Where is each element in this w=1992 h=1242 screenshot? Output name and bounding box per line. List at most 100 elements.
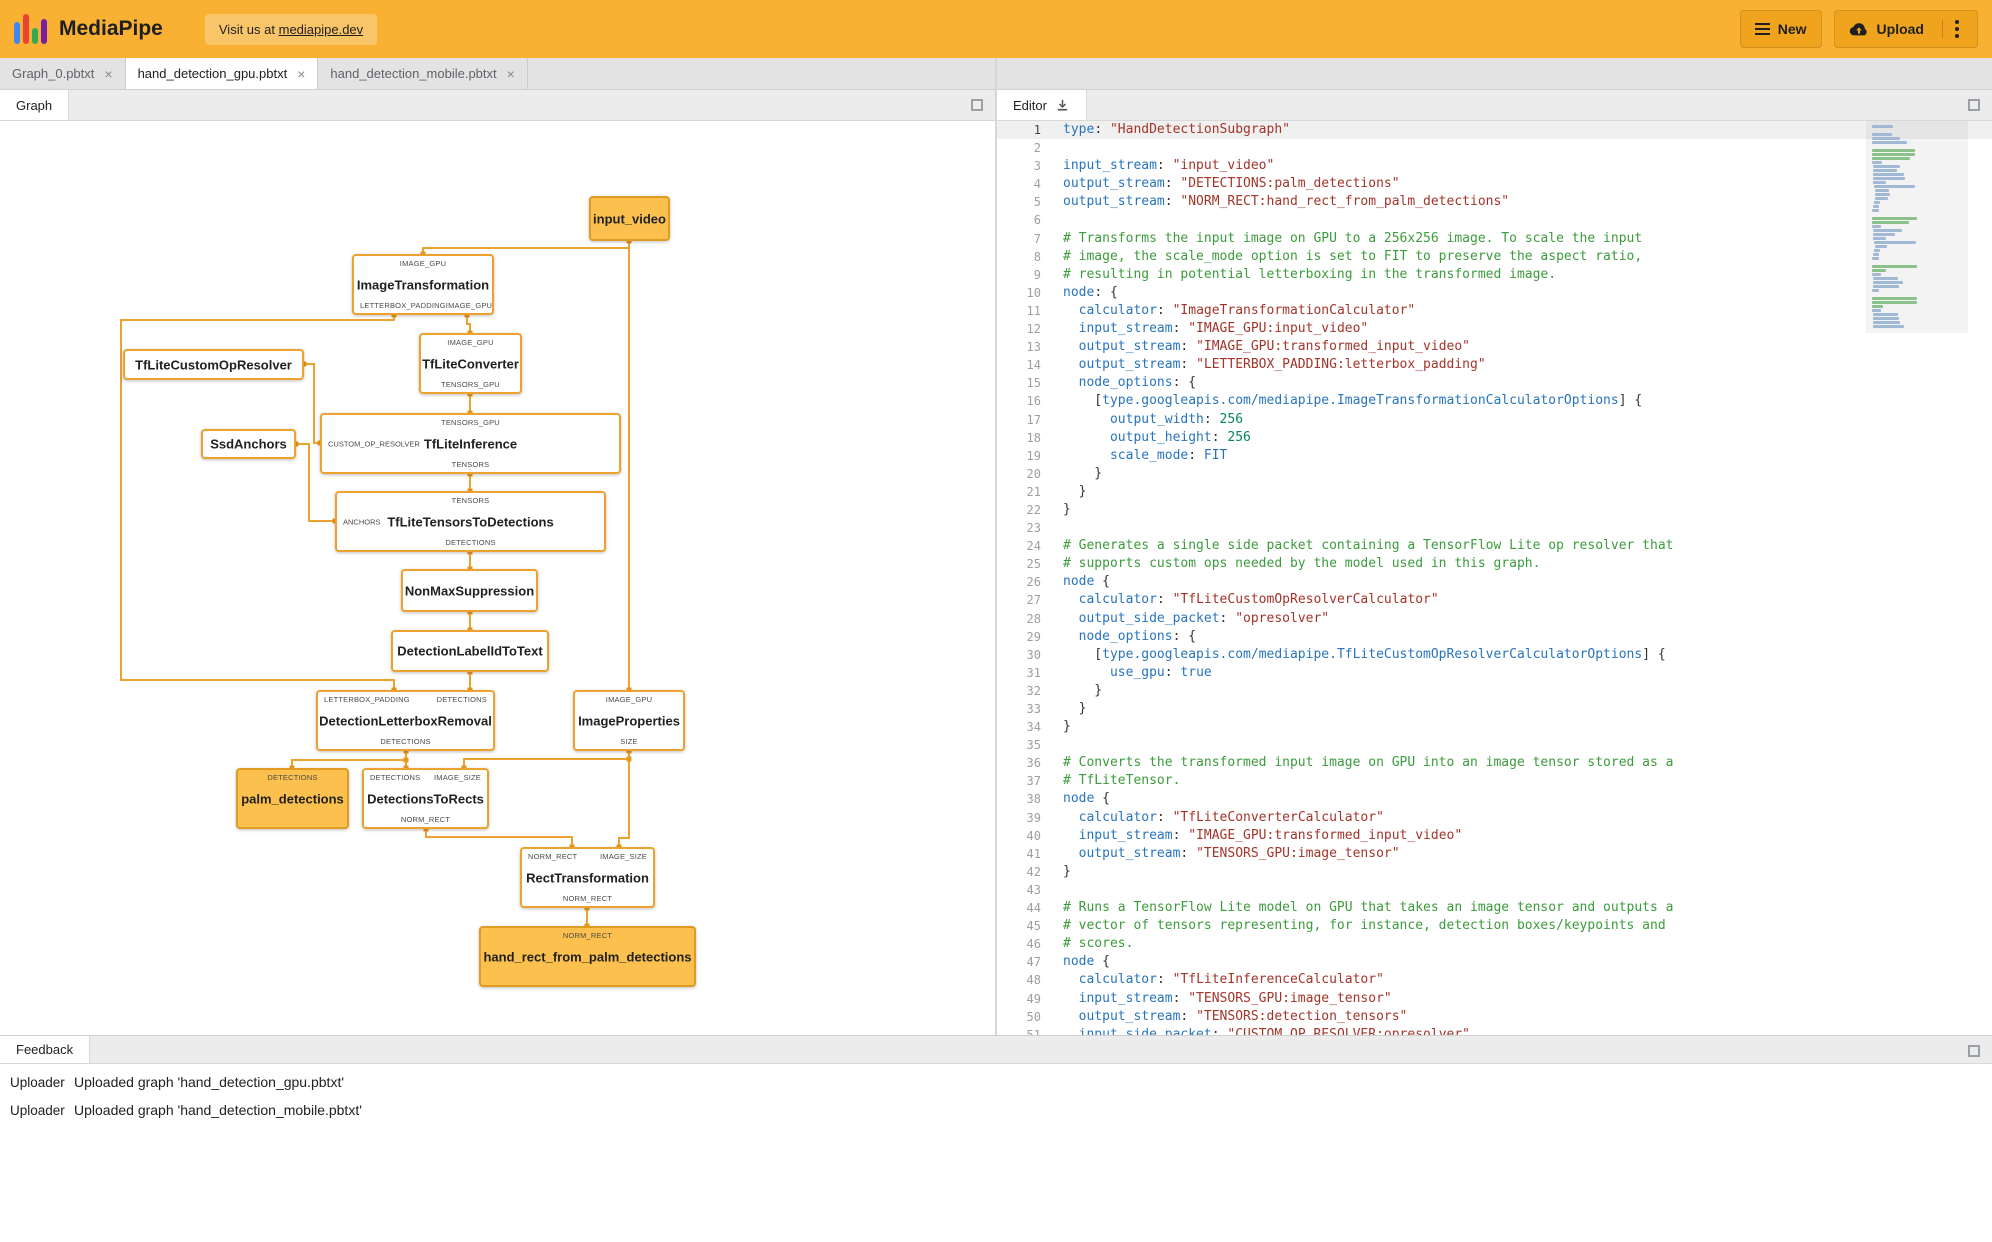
graph-node-rect-transformation[interactable]: NORM_RECT IMAGE_SIZE RectTransformation …	[520, 847, 655, 908]
editor-code-area[interactable]: 1 type: "HandDetectionSubgraph" 2 3 input_st…	[997, 121, 1992, 1035]
file-tab-hand-detection-mobile[interactable]: hand_detection_mobile.pbtxt ×	[318, 58, 528, 89]
editor-line[interactable]: 5 output_stream: "NORM_RECT:hand_rect_fro…	[997, 193, 1992, 211]
new-button[interactable]: New	[1739, 10, 1822, 48]
file-tab-hand-detection-gpu[interactable]: hand_detection_gpu.pbtxt ×	[125, 58, 319, 89]
editor-line[interactable]: 29 node_options: {	[997, 628, 1992, 646]
editor-line[interactable]: 48 calculator: "TfLiteInferenceCalculato…	[997, 971, 1992, 989]
editor-line[interactable]: 4 output_stream: "DETECTIONS:palm_detecti…	[997, 175, 1992, 193]
close-icon[interactable]: ×	[104, 66, 112, 82]
graph-node-ssd-anchors[interactable]: SsdAnchors	[201, 429, 296, 459]
editor-line[interactable]: 18 output_height: 256	[997, 429, 1992, 447]
port-label: DETECTIONS	[370, 773, 421, 782]
port-label: IMAGE_GPU	[399, 259, 447, 268]
expand-feedback-panel-icon[interactable]	[1968, 1045, 1980, 1057]
graph-edge	[291, 759, 406, 768]
editor-line[interactable]: 26 node {	[997, 573, 1992, 591]
editor-line[interactable]: 30 [type.googleapis.com/mediapipe.TfLite…	[997, 646, 1992, 664]
editor-line[interactable]: 17 output_width: 256	[997, 411, 1992, 429]
editor-line[interactable]: 31 use_gpu: true	[997, 664, 1992, 682]
editor-line[interactable]: 21 }	[997, 483, 1992, 501]
editor-line[interactable]: 27 calculator: "TfLiteCustomOpResolverCa…	[997, 591, 1992, 609]
editor-line[interactable]: 11 calculator: "ImageTransformationCalcu…	[997, 302, 1992, 320]
graph-node-tflite-inference[interactable]: TENSORS_GPU CUSTOM_OP_RESOLVER TfLiteInf…	[320, 413, 621, 474]
file-tab-label: Graph_0.pbtxt	[12, 66, 95, 81]
close-icon[interactable]: ×	[297, 66, 305, 82]
mediapipe-dev-link[interactable]: mediapipe.dev	[279, 22, 364, 37]
graph-node-non-max-suppression[interactable]: NonMaxSuppression	[401, 569, 538, 612]
port-dot	[403, 757, 409, 763]
editor-line[interactable]: 10 node: {	[997, 284, 1992, 302]
editor-line[interactable]: 38 node {	[997, 790, 1992, 808]
upload-button[interactable]: Upload	[1833, 10, 1978, 48]
graph-canvas[interactable]: input_video IMAGE_GPU ImageTransformatio…	[0, 121, 995, 1035]
graph-node-tflite-converter[interactable]: IMAGE_GPU TfLiteConverter TENSORS_GPU	[419, 333, 522, 394]
editor-line[interactable]: 44 # Runs a TensorFlow Lite model on GPU …	[997, 899, 1992, 917]
editor-line[interactable]: 22}	[997, 501, 1992, 519]
file-tab-label: hand_detection_gpu.pbtxt	[137, 66, 288, 81]
editor-line[interactable]: 8 # image, the scale_mode option is set t…	[997, 248, 1992, 266]
node-title: ImageProperties	[578, 713, 680, 728]
editor-line[interactable]: 35	[997, 736, 1992, 754]
graph-node-hand-rect-from-palm-detections[interactable]: NORM_RECT hand_rect_from_palm_detections	[479, 926, 696, 987]
editor-line[interactable]: 47 node {	[997, 953, 1992, 971]
node-title: TfLiteCustomOpResolver	[135, 357, 292, 372]
editor-line[interactable]: 14 output_stream: "LETTERBOX_PADDING:let…	[997, 356, 1992, 374]
tab-editor[interactable]: Editor	[997, 90, 1087, 120]
editor-line[interactable]: 33 }	[997, 700, 1992, 718]
editor-line[interactable]: 34}	[997, 718, 1992, 736]
upload-menu-kebab-icon[interactable]	[1942, 20, 1963, 38]
graph-node-tflite-custom-op-resolver[interactable]: TfLiteCustomOpResolver	[123, 349, 304, 380]
editor-line[interactable]: 45 # vector of tensors representing, for …	[997, 917, 1992, 935]
graph-node-image-transformation[interactable]: IMAGE_GPU ImageTransformation LETTERBOX_…	[352, 254, 494, 315]
feedback-entry: Uploader Uploaded graph 'hand_detection_…	[0, 1102, 1992, 1130]
editor-line[interactable]: 50 output_stream: "TENSORS:detection_ten…	[997, 1008, 1992, 1026]
editor-line[interactable]: 19 scale_mode: FIT	[997, 447, 1992, 465]
expand-graph-panel-icon[interactable]	[971, 99, 983, 111]
editor-line[interactable]: 15 node_options: {	[997, 374, 1992, 392]
editor-line[interactable]: 28 output_side_packet: "opresolver"	[997, 610, 1992, 628]
editor-line[interactable]: 25 # supports custom ops needed by the mo…	[997, 555, 1992, 573]
graph-node-detections-to-rects[interactable]: DETECTIONS IMAGE_SIZE DetectionsToRects …	[362, 768, 489, 829]
editor-line[interactable]: 24 # Generates a single side packet conta…	[997, 537, 1992, 555]
download-icon[interactable]	[1055, 98, 1070, 113]
tab-feedback[interactable]: Feedback	[0, 1036, 91, 1063]
editor-line[interactable]: 2	[997, 139, 1992, 157]
editor-line[interactable]: 23	[997, 519, 1992, 537]
editor-tab-label: Editor	[1013, 97, 1047, 113]
editor-line[interactable]: 12 input_stream: "IMAGE_GPU:input_video"	[997, 320, 1992, 338]
port-label: NORM_RECT	[562, 931, 613, 940]
editor-line[interactable]: 6	[997, 211, 1992, 229]
editor-line[interactable]: 41 output_stream: "TENSORS_GPU:image_ten…	[997, 845, 1992, 863]
editor-line[interactable]: 32 }	[997, 682, 1992, 700]
editor-line[interactable]: 13 output_stream: "IMAGE_GPU:transformed…	[997, 338, 1992, 356]
editor-line[interactable]: 3 input_stream: "input_video"	[997, 157, 1992, 175]
editor-line[interactable]: 37 # TfLiteTensor.	[997, 772, 1992, 790]
editor-line[interactable]: 36 # Converts the transformed input image…	[997, 754, 1992, 772]
minimap-slider[interactable]	[1866, 121, 1968, 333]
port-label: LETTERBOX_PADDING	[324, 695, 410, 704]
editor-line[interactable]: 42}	[997, 863, 1992, 881]
file-tab-graph0[interactable]: Graph_0.pbtxt ×	[0, 58, 126, 89]
editor-line[interactable]: 39 calculator: "TfLiteConverterCalculato…	[997, 809, 1992, 827]
editor-line[interactable]: 46 # scores.	[997, 935, 1992, 953]
editor-line[interactable]: 16 [type.googleapis.com/mediapipe.ImageT…	[997, 392, 1992, 410]
graph-node-input-video[interactable]: input_video	[589, 196, 670, 241]
editor-line[interactable]: 43	[997, 881, 1992, 899]
editor-line[interactable]: 7 # Transforms the input image on GPU to …	[997, 230, 1992, 248]
port-label: DETECTIONS	[436, 695, 487, 704]
close-icon[interactable]: ×	[507, 66, 515, 82]
editor-line[interactable]: 51 input_side_packet: "CUSTOM_OP_RESOLVE…	[997, 1026, 1992, 1035]
editor-line[interactable]: 1 type: "HandDetectionSubgraph"	[997, 121, 1992, 140]
editor-line[interactable]: 20 }	[997, 465, 1992, 483]
tab-graph[interactable]: Graph	[0, 90, 70, 120]
graph-node-palm-detections[interactable]: DETECTIONS palm_detections	[236, 768, 349, 829]
editor-line[interactable]: 40 input_stream: "IMAGE_GPU:transformed_…	[997, 827, 1992, 845]
editor-line[interactable]: 49 input_stream: "TENSORS_GPU:image_tens…	[997, 990, 1992, 1008]
expand-editor-panel-icon[interactable]	[1968, 99, 1980, 111]
graph-node-image-properties[interactable]: IMAGE_GPU ImageProperties SIZE	[573, 690, 685, 751]
graph-node-tflite-tensors-to-detections[interactable]: TENSORS ANCHORS TfLiteTensorsToDetection…	[335, 491, 606, 552]
graph-node-detection-letterbox-removal[interactable]: LETTERBOX_PADDING DETECTIONS DetectionLe…	[316, 690, 495, 751]
editor-line[interactable]: 9 # resulting in potential letterboxing i…	[997, 266, 1992, 284]
graph-node-detection-label-id-to-text[interactable]: DetectionLabelIdToText	[391, 630, 549, 672]
new-icon	[1754, 20, 1770, 38]
